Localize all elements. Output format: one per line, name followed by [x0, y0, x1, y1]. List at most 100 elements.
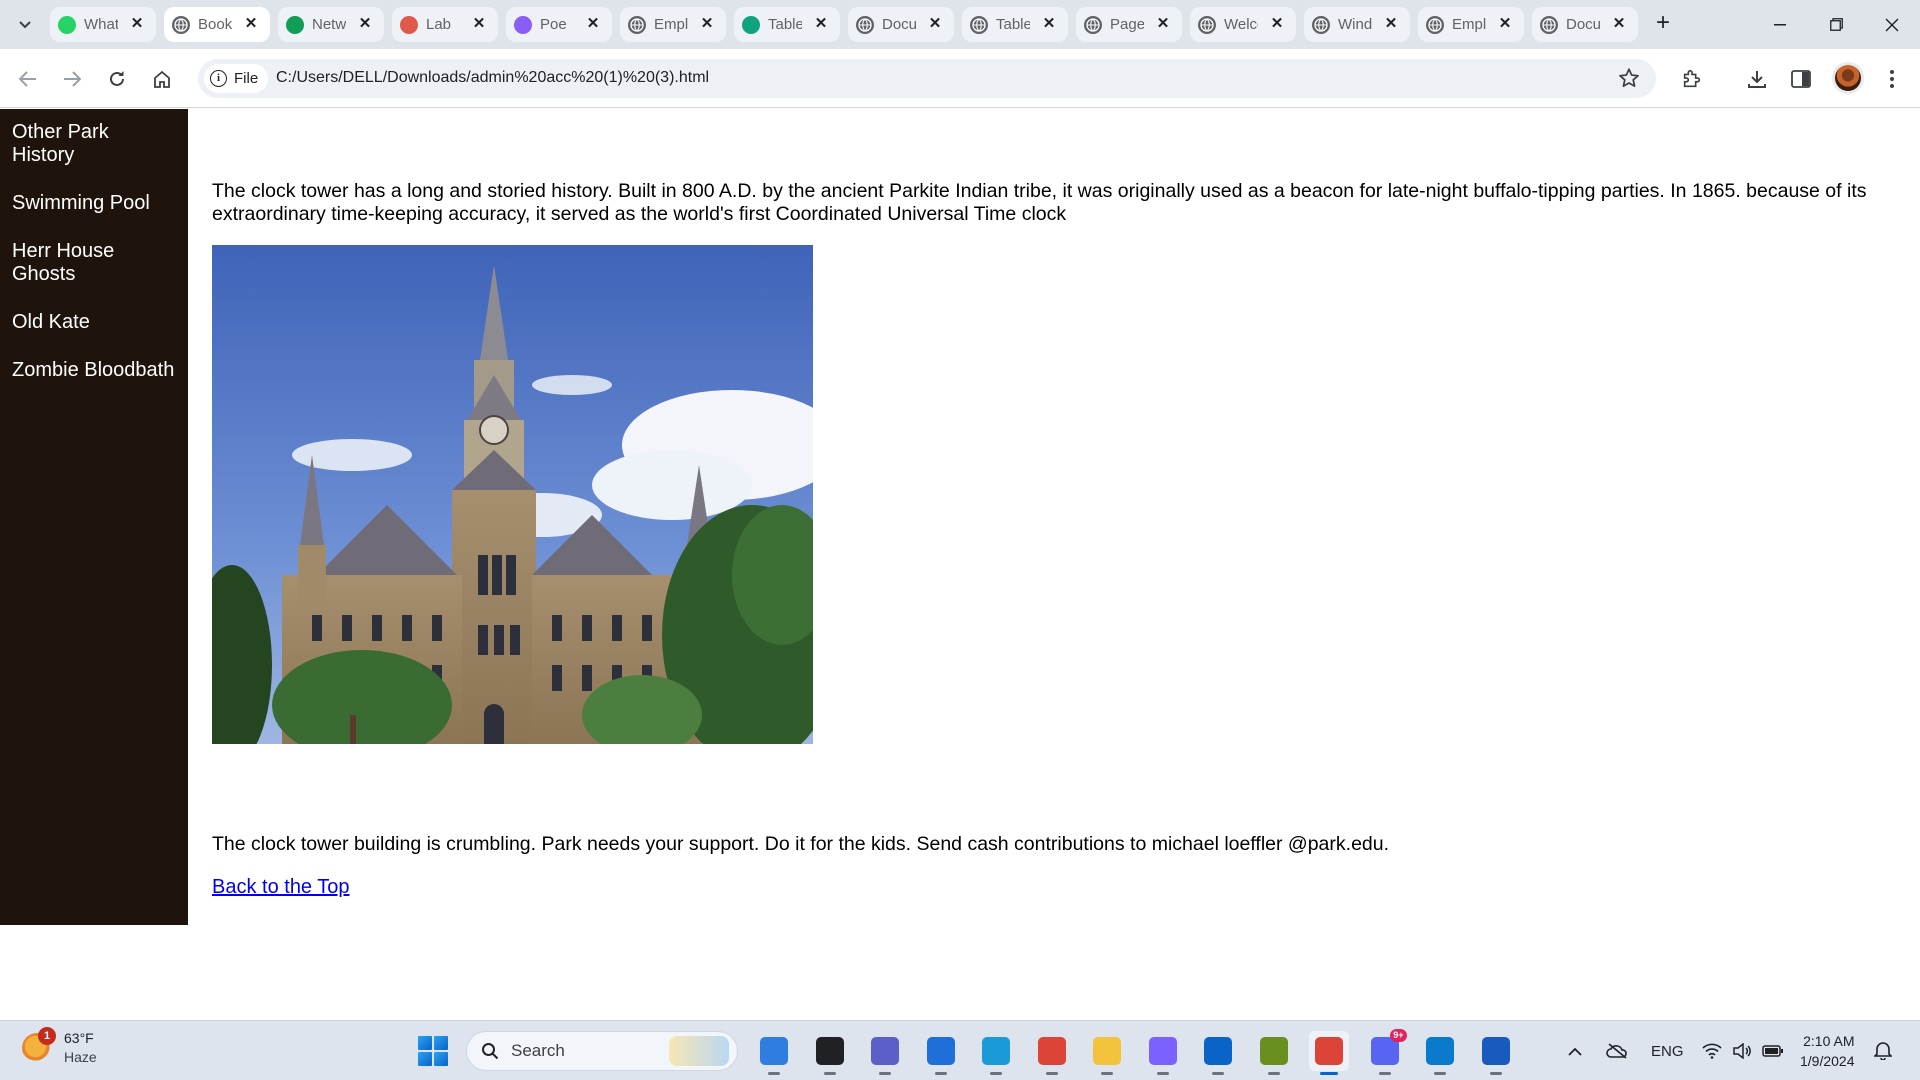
store-icon-glyph [926, 1037, 955, 1065]
copilot-app-icon[interactable] [1143, 1031, 1183, 1075]
edge-icon[interactable] [976, 1031, 1016, 1075]
word-icon[interactable] [1476, 1031, 1516, 1075]
running-indicator [1156, 1072, 1169, 1075]
browser-tab[interactable]: Network ✕ [278, 7, 384, 42]
browser-tab[interactable]: Window ✕ [1304, 7, 1410, 42]
vscode-icon-glyph [1426, 1037, 1454, 1065]
tab-title: Book [198, 16, 232, 33]
clock-time: 2:10 AM [1803, 1033, 1855, 1049]
mail-icon[interactable] [1198, 1031, 1238, 1075]
close-tab-icon[interactable]: ✕ [698, 15, 716, 33]
language-indicator[interactable]: ENG [1651, 1021, 1684, 1080]
close-tab-icon[interactable]: ✕ [1268, 15, 1286, 33]
tab-search-chevron-icon[interactable] [12, 12, 38, 38]
copilot-icon[interactable] [754, 1031, 794, 1075]
store-icon[interactable] [921, 1031, 961, 1075]
running-indicator [823, 1072, 836, 1075]
forward-arrow-icon[interactable] [56, 63, 88, 95]
tab-title: Lab [426, 16, 452, 33]
battery-icon[interactable] [1762, 1021, 1784, 1080]
volume-icon[interactable] [1732, 1021, 1752, 1080]
lambda-app-icon[interactable] [1254, 1031, 1294, 1075]
weather-widget[interactable]: 1 63°F Haze [22, 1027, 97, 1067]
show-hidden-icons-chevron-icon[interactable] [1568, 1021, 1582, 1080]
close-tab-icon[interactable]: ✕ [1382, 15, 1400, 33]
close-tab-icon[interactable]: ✕ [356, 15, 374, 33]
browser-tab[interactable]: Table ✕ [734, 7, 840, 42]
close-tab-icon[interactable]: ✕ [128, 15, 146, 33]
browser-tab[interactable]: Page ✕ [1076, 7, 1182, 42]
system-clock[interactable]: 2:10 AM 1/9/2024 [1800, 1031, 1855, 1071]
chrome-profile-icon[interactable] [1309, 1031, 1349, 1075]
tab-strip: WhatsApp✕Book✕Network✕Lab✕Poe✕Employee✕T… [0, 0, 1920, 49]
vscode-icon[interactable] [1420, 1031, 1460, 1075]
task-view-icon[interactable] [810, 1031, 850, 1075]
taskbar-search[interactable]: Search [466, 1031, 738, 1071]
extensions-icon[interactable] [1676, 63, 1708, 95]
browser-tab[interactable]: Document ✕ [1532, 7, 1638, 42]
close-window-icon[interactable] [1864, 0, 1920, 49]
sidebar-item-herr-house-ghosts[interactable]: Herr House Ghosts [0, 240, 188, 286]
browser-tab[interactable]: Table ✕ [962, 7, 1068, 42]
home-icon[interactable] [146, 63, 178, 95]
weather-condition: Haze [64, 1049, 97, 1065]
scheme-label: File [234, 70, 259, 87]
file-explorer-icon[interactable] [1087, 1031, 1127, 1075]
teams-meet-icon[interactable] [865, 1031, 905, 1075]
browser-tab[interactable]: Welcome ✕ [1190, 7, 1296, 42]
browser-tab[interactable]: Lab ✕ [392, 7, 498, 42]
site-info-chip[interactable]: i File [204, 64, 269, 93]
onedrive-icon[interactable] [1606, 1021, 1628, 1080]
sidebar-item-other-park-history[interactable]: Other Park History [0, 121, 188, 167]
address-bar[interactable]: i File C:/Users/DELL/Downloads/admin%20a… [198, 59, 1656, 98]
url-text[interactable]: C:/Users/DELL/Downloads/admin%20acc%20(1… [276, 69, 709, 87]
windows-start-icon[interactable] [418, 1036, 448, 1066]
sidebar-item-zombie-bloodbath[interactable]: Zombie Bloodbath [0, 359, 188, 382]
clock-tower-photo [212, 245, 813, 744]
info-icon: i [210, 70, 227, 87]
wifi-icon[interactable] [1702, 1021, 1722, 1080]
close-tab-icon[interactable]: ✕ [584, 15, 602, 33]
profile-avatar[interactable] [1832, 62, 1864, 94]
close-tab-icon[interactable]: ✕ [1154, 15, 1172, 33]
discord-icon[interactable]: 9+ [1365, 1029, 1407, 1075]
more-menu-icon[interactable] [1876, 63, 1908, 95]
intro-paragraph: The clock tower has a long and storied h… [212, 180, 1867, 225]
reload-icon[interactable] [101, 63, 133, 95]
search-highlight-art [669, 1036, 729, 1066]
chrome-icon[interactable] [1032, 1031, 1072, 1075]
search-icon [481, 1042, 499, 1060]
close-tab-icon[interactable]: ✕ [1040, 15, 1058, 33]
globe-icon [1426, 15, 1444, 34]
close-tab-icon[interactable]: ✕ [926, 15, 944, 33]
close-tab-icon[interactable]: ✕ [812, 15, 830, 33]
back-arrow-icon[interactable] [12, 63, 44, 95]
browser-tab[interactable]: Poe ✕ [506, 7, 612, 42]
clock-date: 1/9/2024 [1800, 1053, 1855, 1069]
download-icon[interactable] [1741, 63, 1773, 95]
close-tab-icon[interactable]: ✕ [1496, 15, 1514, 33]
back-to-top-link[interactable]: Back to the Top [212, 876, 350, 899]
close-tab-icon[interactable]: ✕ [242, 15, 260, 33]
close-tab-icon[interactable]: ✕ [470, 15, 488, 33]
word-icon-glyph [1481, 1037, 1510, 1065]
globe-icon [172, 15, 190, 34]
bookmark-star-icon[interactable] [1618, 67, 1640, 89]
browser-tab[interactable]: Employee ✕ [620, 7, 726, 42]
side-panel-icon[interactable] [1785, 63, 1817, 95]
new-tab-button[interactable]: + [1648, 9, 1678, 39]
browser-tab[interactable]: WhatsApp ✕ [50, 7, 156, 42]
notification-bell-icon[interactable] [1873, 1040, 1894, 1062]
tab-list: WhatsApp✕Book✕Network✕Lab✕Poe✕Employee✕T… [50, 7, 1646, 42]
restore-icon[interactable] [1808, 0, 1864, 49]
app-badge: 9+ [1390, 1029, 1407, 1042]
tab-title: Poe [540, 16, 567, 33]
close-tab-icon[interactable]: ✕ [1610, 15, 1628, 33]
browser-tab[interactable]: Employee ✕ [1418, 7, 1524, 42]
chrome-profile-icon-glyph [1315, 1037, 1343, 1065]
browser-tab[interactable]: Document ✕ [848, 7, 954, 42]
minimize-icon[interactable] [1752, 0, 1808, 49]
browser-tab[interactable]: Book ✕ [164, 7, 270, 42]
sidebar-item-swimming-pool[interactable]: Swimming Pool [0, 192, 188, 215]
sidebar-item-old-kate[interactable]: Old Kate [0, 311, 188, 334]
